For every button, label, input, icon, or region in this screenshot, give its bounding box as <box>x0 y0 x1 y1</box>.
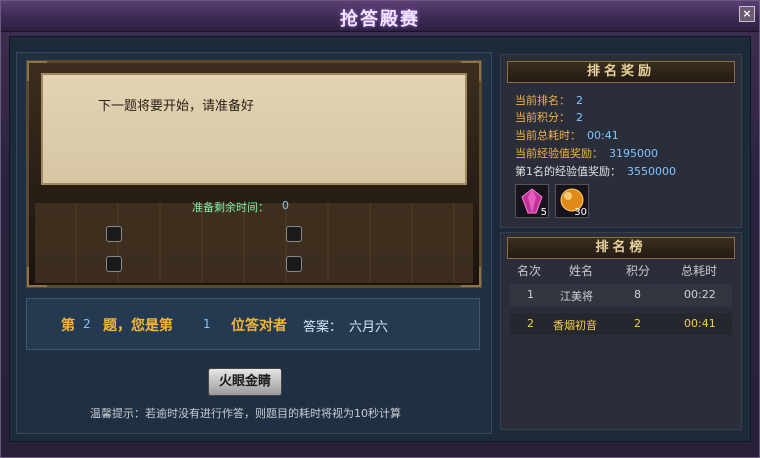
col-time: 总耗时 <box>681 264 718 278</box>
question-text: 下一题将要开始，请准备好 <box>98 99 255 114</box>
arena-background <box>35 203 473 283</box>
status-prefix: 第 <box>61 318 75 334</box>
answer-label: 答案： <box>303 320 343 335</box>
reward-row-score: 当前积分： 2 <box>515 109 583 125</box>
timer-value: 0 <box>282 199 289 212</box>
row-rank: 2 <box>527 317 534 330</box>
reward-label: 当前排名： <box>515 94 570 107</box>
reward-row-top-exp: 第1名的经验值奖励： 3550000 <box>515 163 676 179</box>
timer-label: 准备剩余时间： <box>192 201 269 214</box>
row-name: 香烟初音 <box>553 319 597 332</box>
reward-value: 2 <box>576 111 583 124</box>
rewards-title: 排名奖励 <box>507 61 735 83</box>
row-rank: 1 <box>527 288 534 301</box>
row-time: 00:22 <box>684 288 716 301</box>
orb-count: 30 <box>574 207 587 218</box>
fire-eye-button[interactable]: 火眼金睛 <box>208 368 282 396</box>
gem-icon[interactable]: 5 <box>515 184 549 218</box>
reward-value: 3195000 <box>609 147 658 160</box>
question-parchment <box>41 73 467 185</box>
reward-value: 3550000 <box>627 165 676 178</box>
row-score: 8 <box>634 288 641 301</box>
option-a-checkbox[interactable] <box>106 226 122 242</box>
answer-value: 六月六 <box>349 320 389 335</box>
row-time: 00:41 <box>684 317 716 330</box>
reward-row-exp: 当前经验值奖励： 3195000 <box>515 145 658 161</box>
leaderboard-row: 1 江美将 8 00:22 <box>510 284 732 306</box>
close-button[interactable]: × <box>739 6 755 22</box>
reward-label: 第1名的经验值奖励： <box>515 165 621 178</box>
gem-count: 5 <box>540 207 547 218</box>
col-score: 积分 <box>626 264 651 278</box>
reward-value: 00:41 <box>587 129 619 142</box>
leaderboard-title: 排名榜 <box>507 237 735 259</box>
title-bar: 抢答殿赛 × <box>1 1 759 32</box>
option-c-checkbox[interactable] <box>106 256 122 272</box>
tip-text: 温馨提示：若逾时没有进行作答，则题目的耗时将视为10秒计算 <box>90 407 401 420</box>
leaderboard-row-self: 2 香烟初音 2 00:41 <box>510 313 732 335</box>
status-bar: 第 2 题，您是第 1 位答对者 答案： 六月六 <box>26 298 480 350</box>
status-suffix: 位答对者 <box>231 318 287 334</box>
option-d-checkbox[interactable] <box>286 256 302 272</box>
reward-value: 2 <box>576 94 583 107</box>
row-name: 江美将 <box>560 290 593 303</box>
reward-label: 当前经验值奖励： <box>515 147 603 160</box>
question-number: 2 <box>83 317 91 331</box>
rank-number: 1 <box>203 317 211 331</box>
orb-icon[interactable]: 30 <box>555 184 589 218</box>
status-middle: 题，您是第 <box>103 318 173 334</box>
col-rank: 名次 <box>517 264 542 278</box>
window-title: 抢答殿赛 <box>340 9 420 30</box>
reward-row-time: 当前总耗时： 00:41 <box>515 127 619 143</box>
reward-label: 当前积分： <box>515 111 570 124</box>
reward-label: 当前总耗时： <box>515 129 581 142</box>
row-score: 2 <box>634 317 641 330</box>
col-name: 姓名 <box>569 264 594 278</box>
option-b-checkbox[interactable] <box>286 226 302 242</box>
reward-row-rank: 当前排名： 2 <box>515 92 583 108</box>
